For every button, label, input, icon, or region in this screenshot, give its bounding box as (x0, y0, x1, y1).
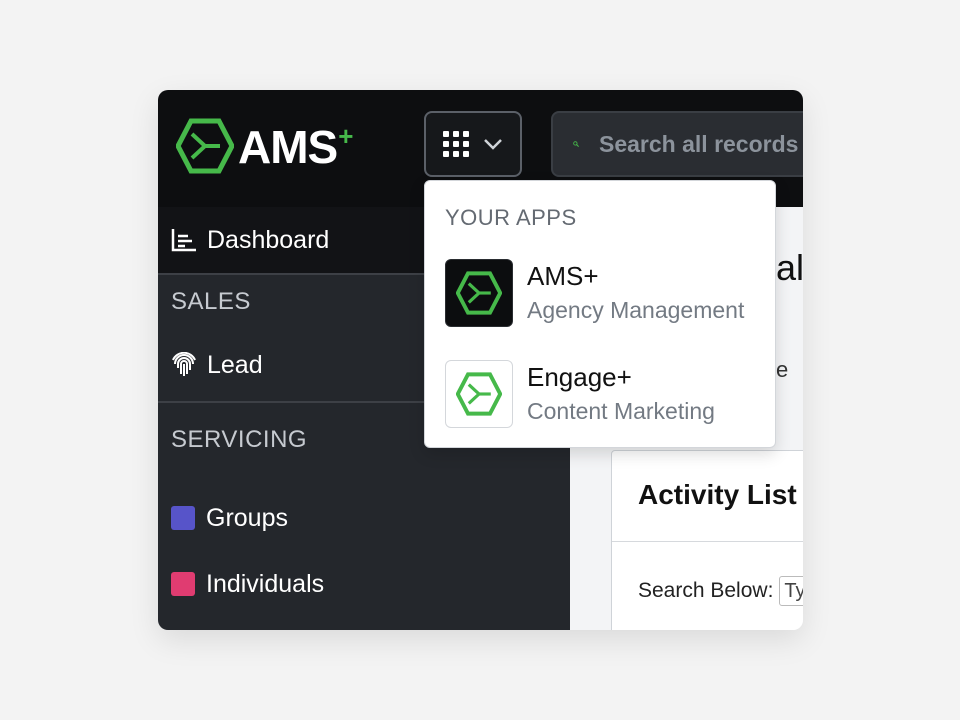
app-description: Agency Management (527, 297, 745, 323)
individuals-color-swatch (171, 572, 195, 596)
app-description: Content Marketing (527, 398, 715, 424)
logo-plus: + (338, 120, 353, 151)
fingerprint-icon (171, 352, 197, 378)
dropdown-header: YOUR APPS (445, 205, 577, 230)
section-header: SALES (171, 288, 251, 315)
app-name: AMS+ (527, 261, 599, 291)
divider (612, 541, 803, 542)
ams-plus-app-icon (445, 259, 513, 327)
section-header: SERVICING (171, 426, 308, 453)
hex-cube-logo-icon (176, 118, 234, 174)
sidebar-item-groups[interactable]: Groups (158, 485, 570, 551)
sidebar-item-label: Lead (207, 350, 263, 379)
sidebar-item-label: Groups (206, 503, 288, 532)
activity-list-card: Activity List Search Below: (611, 450, 803, 630)
app-item-engage-plus[interactable]: Engage+ Content Marketing (445, 358, 765, 430)
engage-plus-app-icon (445, 360, 513, 428)
search-input[interactable] (599, 130, 803, 158)
global-search[interactable] (551, 111, 803, 177)
groups-color-swatch (171, 506, 195, 530)
search-label: Search Below: (638, 579, 774, 602)
page-title: al (776, 247, 803, 288)
chevron-down-icon (484, 139, 502, 150)
chart-icon (171, 228, 197, 252)
sidebar-item-label: Individuals (206, 569, 325, 598)
sidebar-item-individuals[interactable]: Individuals (158, 551, 570, 617)
activity-search-input[interactable] (779, 576, 803, 606)
activity-search: Search Below: (638, 576, 803, 606)
app-name: Engage+ (527, 362, 632, 392)
apps-dropdown: YOUR APPS AMS+ Agency Management Engage+… (424, 180, 776, 448)
logo[interactable]: AMS+ (176, 118, 353, 174)
apps-switcher-button[interactable] (424, 111, 522, 177)
sidebar-item-label: Dashboard (207, 225, 330, 254)
app-item-ams-plus[interactable]: AMS+ Agency Management (445, 257, 765, 329)
search-icon (573, 141, 579, 147)
logo-text: AMS+ (238, 120, 353, 173)
card-title: Activity List (638, 479, 797, 510)
grid-9-dots-icon (443, 131, 469, 157)
